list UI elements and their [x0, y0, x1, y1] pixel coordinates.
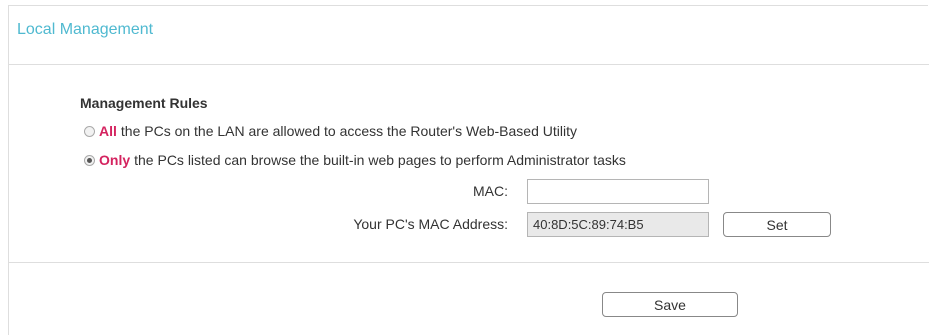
management-rules-label: Management Rules — [80, 95, 208, 111]
radio-only[interactable] — [84, 154, 95, 166]
radio-option-only[interactable]: Only the PCs listed can browse the built… — [84, 152, 626, 168]
local-management-panel: Local Management Management Rules All th… — [8, 5, 929, 335]
bottom-divider — [9, 262, 929, 263]
mac-input[interactable] — [527, 179, 709, 204]
radio-all-text: the PCs on the LAN are allowed to access… — [120, 123, 577, 139]
pc-mac-label: Your PC's MAC Address: — [353, 216, 508, 232]
radio-option-all[interactable]: All the PCs on the LAN are allowed to ac… — [84, 123, 577, 139]
save-button[interactable]: Save — [602, 292, 738, 317]
radio-all-keyword: All — [99, 123, 117, 139]
radio-only-text: the PCs listed can browse the built-in w… — [134, 152, 626, 168]
panel-title: Local Management — [17, 21, 154, 38]
set-button[interactable]: Set — [723, 212, 831, 237]
pc-mac-input[interactable] — [527, 212, 709, 237]
top-divider — [9, 64, 929, 65]
radio-only-keyword: Only — [99, 152, 131, 168]
radio-all[interactable] — [84, 125, 95, 137]
mac-label: MAC: — [473, 183, 508, 199]
